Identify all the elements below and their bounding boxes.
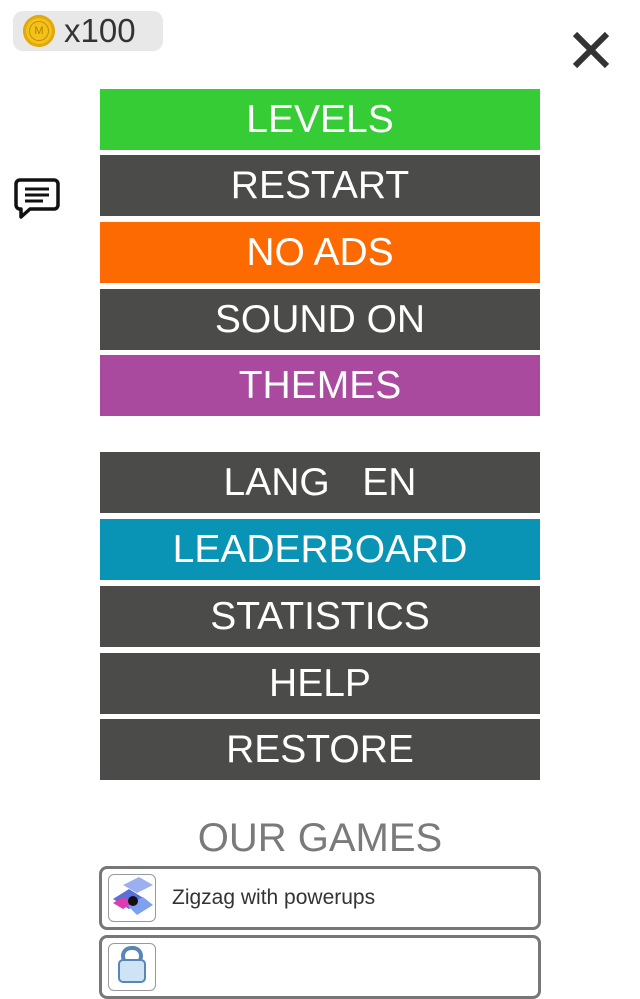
our-games-heading: OUR GAMES bbox=[197, 816, 443, 860]
themes-button[interactable]: THEMES bbox=[100, 355, 540, 416]
no-ads-button[interactable]: NO ADS bbox=[100, 222, 540, 283]
game-title: Zigzag with powerups bbox=[172, 886, 376, 909]
chat-icon bbox=[14, 178, 60, 219]
feedback-button[interactable] bbox=[14, 177, 60, 221]
levels-button[interactable]: LEVELS bbox=[100, 89, 540, 150]
sound-toggle-button[interactable]: SOUND ON bbox=[100, 289, 540, 350]
coin-letter: M bbox=[29, 21, 49, 41]
statistics-button[interactable]: STATISTICS bbox=[100, 586, 540, 647]
restore-button[interactable]: RESTORE bbox=[100, 719, 540, 780]
language-button[interactable]: LANG EN bbox=[100, 452, 540, 513]
coin-count: x100 bbox=[64, 12, 136, 49]
zigzag-game-icon bbox=[108, 874, 156, 922]
lock-game-icon bbox=[108, 943, 156, 991]
restart-button[interactable]: RESTART bbox=[100, 155, 540, 216]
leaderboard-button[interactable]: LEADERBOARD bbox=[100, 519, 540, 580]
game-card-second[interactable] bbox=[99, 935, 541, 999]
help-button[interactable]: HELP bbox=[100, 653, 540, 714]
coin-balance: M x100 bbox=[13, 11, 163, 51]
game-card-zigzag[interactable]: Zigzag with powerups bbox=[99, 866, 541, 930]
close-icon bbox=[572, 31, 610, 69]
close-button[interactable] bbox=[570, 29, 612, 71]
coin-icon: M bbox=[23, 15, 55, 47]
